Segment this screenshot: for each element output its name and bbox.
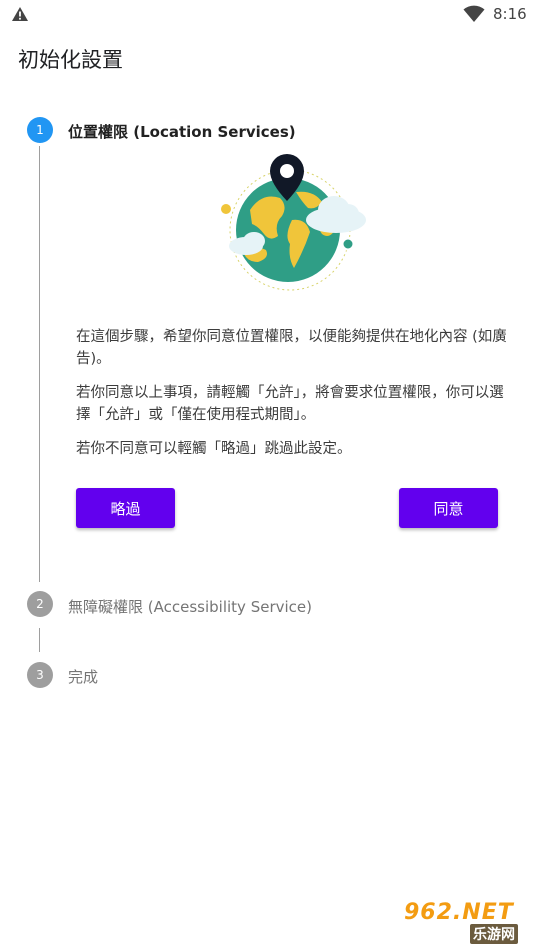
watermark-main: 962.NET — [404, 900, 514, 925]
step-2-indicator: 2 — [27, 591, 53, 617]
step-3-indicator: 3 — [27, 662, 53, 688]
step-1-title[interactable]: 位置權限 (Location Services) — [68, 121, 296, 142]
step-connector-2 — [39, 628, 40, 652]
agree-button[interactable]: 同意 — [399, 488, 498, 528]
watermark-logo: 962.NET 乐游网 — [396, 898, 528, 944]
step-1-paragraph-2: 若你同意以上事項，請輕觸「允許」，將會要求位置權限，你可以選擇「允許」或「僅在使… — [76, 385, 504, 423]
page-title: 初始化設置 — [18, 48, 123, 72]
step-2-title[interactable]: 無障礙權限 (Accessibility Service) — [68, 596, 312, 617]
step-1-paragraph-1: 在這個步驟，希望你同意位置權限，以便能夠提供在地化內容 (如廣告)。 — [76, 329, 507, 367]
watermark-sub: 乐游网 — [470, 924, 518, 944]
wifi-icon — [463, 5, 485, 22]
globe-location-pin-illustration — [221, 154, 366, 291]
step-1-paragraph-3: 若你不同意可以輕觸「略過」跳過此設定。 — [76, 441, 352, 457]
step-connector-1 — [39, 146, 40, 582]
warning-icon — [12, 7, 28, 21]
status-time: 8:16 — [493, 5, 527, 23]
step-3-title[interactable]: 完成 — [68, 666, 98, 687]
status-bar: 8:16 — [0, 0, 534, 30]
step-1-indicator: 1 — [27, 117, 53, 143]
skip-button[interactable]: 略過 — [76, 488, 175, 528]
